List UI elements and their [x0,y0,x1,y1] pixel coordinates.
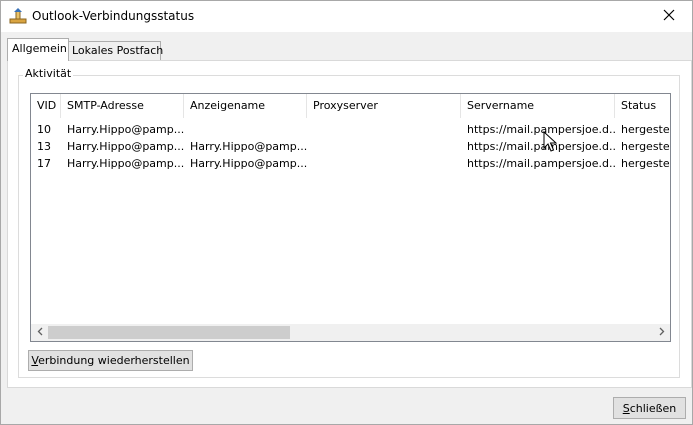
cell-status: hergestel [621,123,671,136]
close-button-accesskey: S [622,402,630,415]
column-header-display-name[interactable]: Anzeigename [184,94,307,118]
cell-status: hergestel [621,157,671,170]
cell-vid: 10 [37,123,51,136]
close-icon [663,9,675,24]
connection-list[interactable]: VID SMTP-Adresse Anzeigename Proxyserver… [30,93,671,342]
reconnect-button[interactable]: Verbindung wiederherstellen [28,350,193,371]
cell-status: hergestel [621,140,671,153]
reconnect-button-label: erbindung wiederherstellen [38,354,190,367]
connection-status-dialog: Outlook-Verbindungsstatus Allgemein Loka… [0,0,693,425]
cell-proxy [307,138,461,155]
table-row[interactable]: 17 Harry.Hippo@pamp... Harry.Hippo@pamp.… [31,155,670,172]
cell-servername: https://mail.pampersjoe.d... [467,157,615,170]
title-bar: Outlook-Verbindungsstatus [1,1,692,32]
scroll-left-button[interactable] [31,324,48,341]
tab-panel: Aktivität VID SMTP-Adresse Anzeigename P… [7,60,692,388]
table-row[interactable]: 13 Harry.Hippo@pamp... Harry.Hippo@pamp.… [31,138,670,155]
list-header: VID SMTP-Adresse Anzeigename Proxyserver… [31,94,670,118]
cell-smtp: Harry.Hippo@pamp... [67,140,184,153]
cell-smtp: Harry.Hippo@pamp... [67,123,184,136]
column-header-status[interactable]: Status [615,94,670,118]
window-title: Outlook-Verbindungsstatus [32,9,195,23]
column-header-proxy[interactable]: Proxyserver [307,94,461,118]
tab-allgemein[interactable]: Allgemein [7,38,69,61]
cell-display-name: Harry.Hippo@pamp... [190,140,307,153]
scrollbar-thumb[interactable] [48,326,290,339]
cell-smtp: Harry.Hippo@pamp... [67,157,184,170]
activity-group-label: Aktivität [23,67,74,80]
cell-servername: https://mail.pampersjoe.d... [467,140,615,153]
chevron-right-icon [659,326,665,339]
horizontal-scrollbar[interactable] [31,324,670,341]
column-header-servername[interactable]: Servername [461,94,615,118]
chevron-left-icon [37,326,43,339]
tab-lokales-postfach[interactable]: Lokales Postfach [67,41,163,60]
outlook-connection-icon [9,8,27,24]
activity-group: Aktivität VID SMTP-Adresse Anzeigename P… [18,67,680,378]
scroll-right-button[interactable] [653,324,670,341]
close-window-button[interactable] [646,1,692,32]
cell-vid: 17 [37,157,51,170]
table-row[interactable]: 10 Harry.Hippo@pamp... https://mail.pamp… [31,121,670,138]
mouse-cursor-icon [543,130,558,153]
cell-proxy [307,121,461,138]
column-header-vid[interactable]: VID [31,94,61,118]
column-header-smtp[interactable]: SMTP-Adresse [61,94,184,118]
cell-display-name: Harry.Hippo@pamp... [190,157,307,170]
cell-display-name [184,121,307,138]
close-button[interactable]: Schließen [613,397,686,419]
cell-proxy [307,155,461,172]
close-button-label: chließen [629,402,677,415]
cell-servername: https://mail.pampersjoe.d... [467,123,615,136]
cell-vid: 13 [37,140,51,153]
